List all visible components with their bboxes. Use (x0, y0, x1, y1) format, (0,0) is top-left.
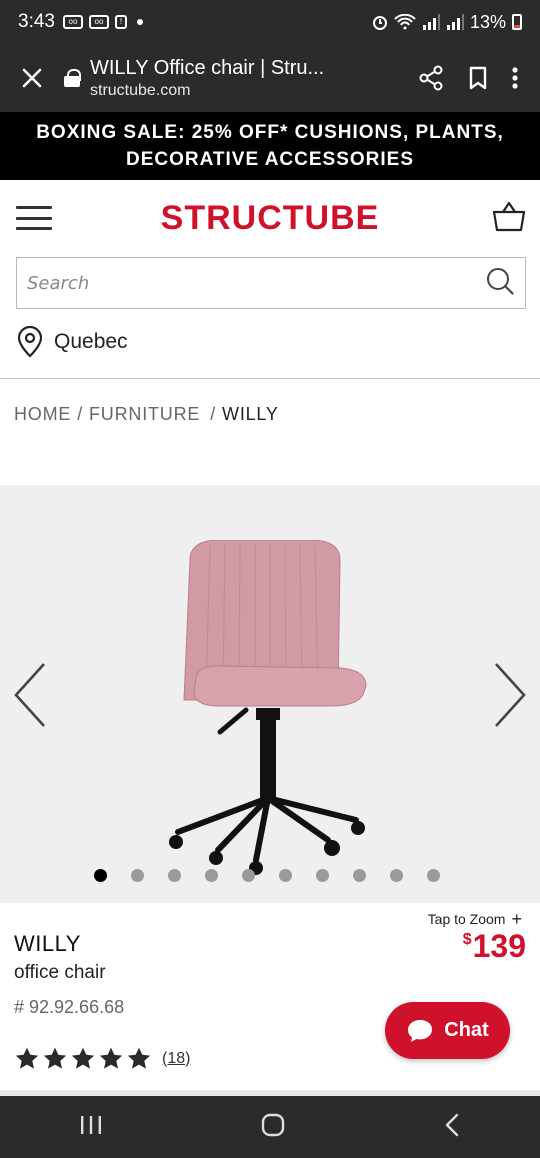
next-image-button[interactable] (490, 660, 530, 730)
product-name: WILLY (14, 931, 81, 956)
notification-icons: oo oo ! (62, 15, 143, 29)
product-gallery[interactable] (0, 485, 540, 903)
home-button[interactable] (260, 1112, 286, 1143)
price-currency: $ (462, 931, 472, 948)
zoom-label: Tap to Zoom (427, 911, 506, 927)
site-logo[interactable]: STRUCTUBE (0, 199, 540, 238)
alarm-icon (372, 16, 387, 30)
chat-button[interactable]: Chat (385, 1002, 510, 1059)
carousel-dot[interactable] (205, 869, 218, 882)
browser-actions (400, 65, 540, 91)
system-nav-bar (0, 1096, 540, 1158)
voicemail-icon: oo (88, 15, 109, 29)
breadcrumb-separator: / (77, 404, 84, 424)
hamburger-line (16, 206, 52, 209)
wifi-icon (394, 14, 416, 30)
signal-icon (422, 14, 440, 30)
page-title: WILLY Office chair | Stru... (90, 56, 325, 79)
star-icon (71, 1047, 95, 1069)
product-rating[interactable]: (18) (14, 1046, 190, 1071)
close-icon (22, 68, 42, 88)
store-location[interactable]: Quebec (16, 326, 128, 358)
promo-text: BOXING SALE: 25% OFF* CUSHIONS, PLANTS, … (36, 122, 504, 170)
carousel-dot[interactable] (279, 869, 292, 882)
share-button[interactable] (418, 65, 444, 91)
carousel-dot[interactable] (427, 869, 440, 882)
hamburger-line (16, 227, 52, 230)
back-icon (445, 1113, 459, 1136)
more-notifications-icon (136, 19, 143, 25)
share-icon (419, 65, 443, 91)
carousel-dot[interactable] (94, 869, 107, 882)
previous-image-button[interactable] (10, 660, 50, 730)
carousel-dot[interactable] (242, 869, 255, 882)
star-icon (127, 1047, 151, 1069)
product-sku: # 92.92.66.68 (14, 997, 125, 1017)
status-time: 3:43 (18, 11, 55, 32)
star-icon (99, 1047, 123, 1069)
hamburger-line (16, 216, 52, 220)
home-icon (261, 1113, 285, 1136)
carousel-dot[interactable] (131, 869, 144, 882)
alert-icon: ! (114, 15, 127, 29)
location-pin-icon (17, 326, 43, 358)
search-icon (487, 267, 514, 295)
bookmark-icon (469, 66, 487, 90)
menu-button[interactable] (16, 206, 52, 230)
system-icons: 13% (372, 12, 522, 33)
search-input[interactable] (27, 258, 485, 308)
breadcrumb-current: WILLY (222, 404, 279, 424)
promo-banner[interactable]: BOXING SALE: 25% OFF* CUSHIONS, PLANTS, … (0, 112, 540, 180)
more-vert-icon (512, 67, 518, 89)
browser-toolbar: WILLY Office chair | Stru... structube.c… (0, 44, 540, 112)
carousel-dot[interactable] (353, 869, 366, 882)
lock-icon (64, 69, 81, 87)
chat-bubble-icon (408, 1019, 433, 1042)
price-value: 139 (472, 928, 526, 964)
battery-icon (512, 14, 522, 30)
shopping-bag-icon (492, 201, 526, 231)
breadcrumb-furniture[interactable]: FURNITURE (89, 404, 200, 425)
recent-apps-button[interactable] (78, 1114, 104, 1141)
tap-to-zoom[interactable]: Tap to Zoom + (428, 910, 522, 928)
status-bar: 3:43 oo oo ! 13% (0, 0, 540, 44)
battery-percent: 13% (469, 11, 506, 32)
breadcrumb-home[interactable]: HOME (14, 404, 71, 425)
close-tab-button[interactable] (0, 67, 64, 89)
bookmark-button[interactable] (468, 66, 488, 90)
review-count[interactable]: (18) (162, 1050, 190, 1068)
divider (0, 378, 540, 379)
carousel-dots (94, 869, 440, 882)
carousel-dot[interactable] (316, 869, 329, 882)
overflow-menu-button[interactable] (512, 66, 518, 90)
site-header: STRUCTUBE (0, 180, 540, 256)
location-label: Quebec (54, 330, 128, 353)
search-button[interactable] (485, 266, 515, 301)
star-icon (43, 1047, 67, 1069)
carousel-dot[interactable] (390, 869, 403, 882)
product-subtitle: office chair (14, 962, 106, 983)
product-price: $ 139 (463, 928, 526, 965)
search-box (16, 257, 526, 309)
recent-apps-icon (81, 1115, 101, 1134)
breadcrumb-separator: / (210, 404, 217, 424)
carousel-dot[interactable] (168, 869, 181, 882)
star-icon (15, 1047, 39, 1069)
rating-stars (14, 1046, 152, 1071)
product-image (169, 540, 367, 875)
page-domain: structube.com (90, 81, 191, 99)
cart-button[interactable] (492, 200, 526, 237)
chat-label: Chat (444, 1019, 489, 1041)
zoom-plus-icon: + (511, 909, 522, 929)
voicemail-icon: oo (62, 15, 83, 29)
signal-icon (446, 14, 464, 30)
back-button[interactable] (442, 1112, 462, 1143)
breadcrumb: HOME / FURNITURE / WILLY (14, 404, 279, 425)
url-area[interactable]: WILLY Office chair | Stru... structube.c… (90, 57, 400, 100)
